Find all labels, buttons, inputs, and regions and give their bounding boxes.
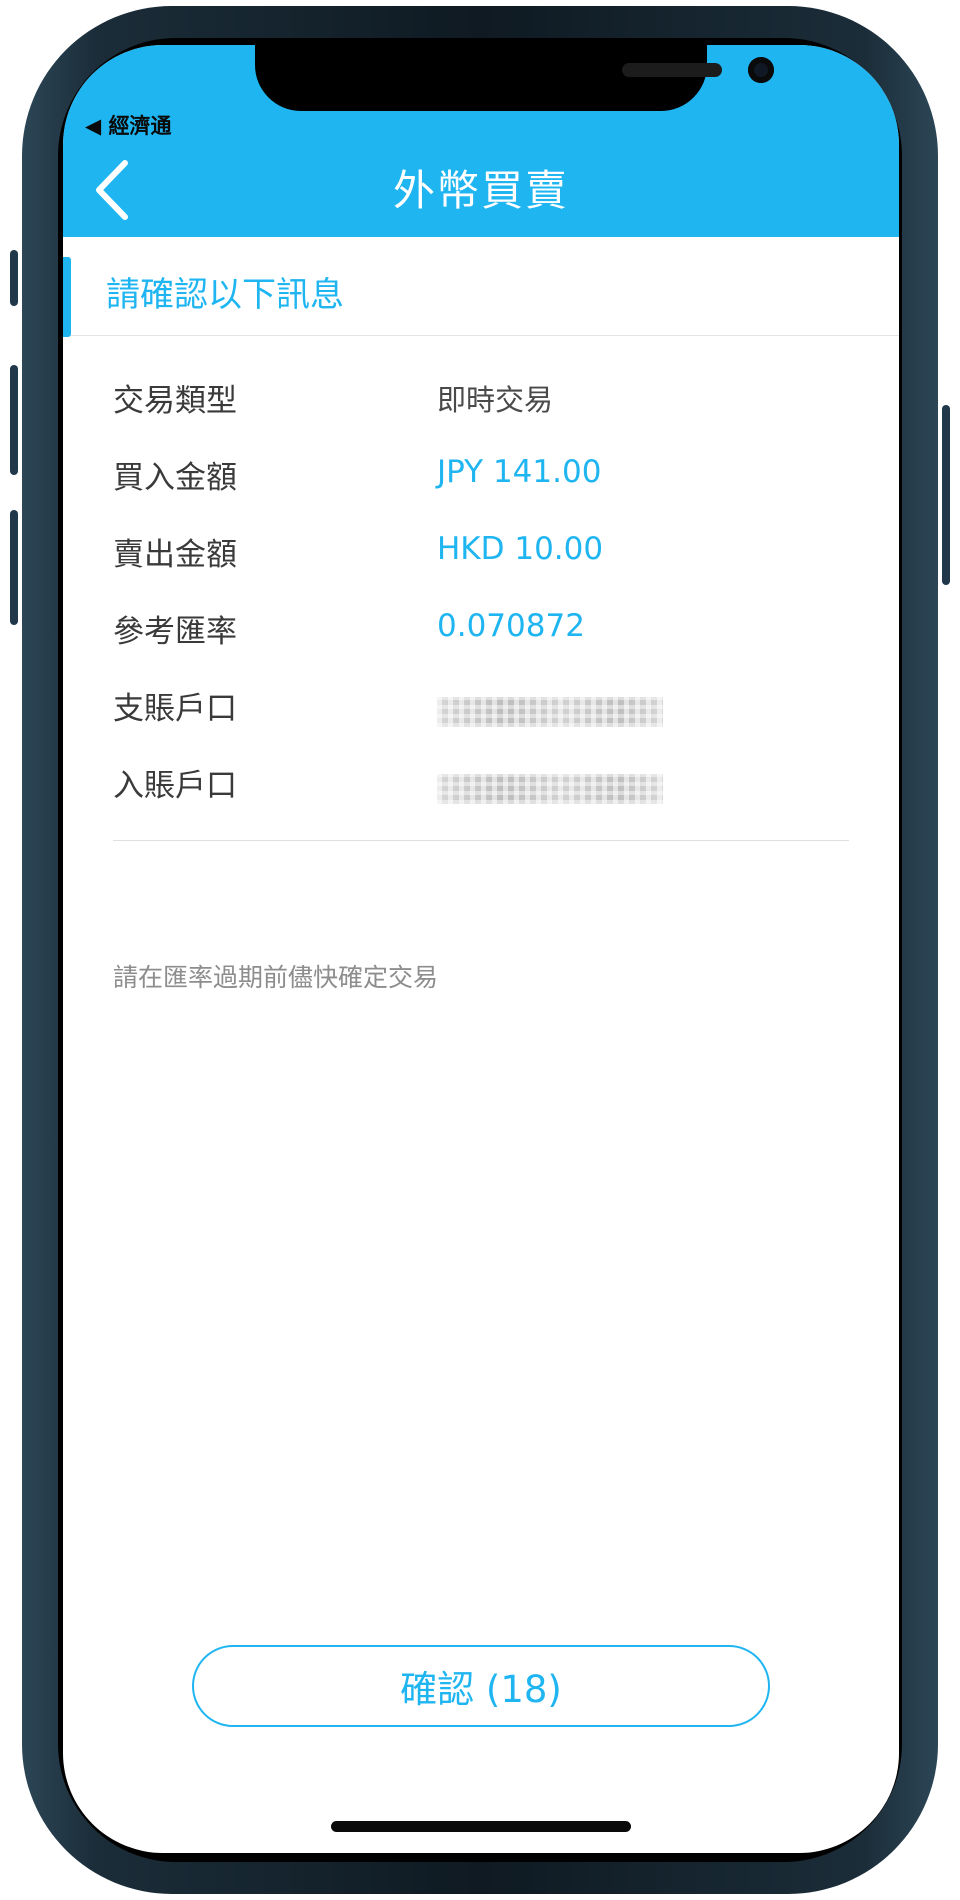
section-header: 請確認以下訊息 <box>63 237 899 337</box>
debit-account-value-redacted <box>437 697 663 727</box>
transaction-type-value: 即時交易 <box>437 383 554 417</box>
page-title: 外幣買賣 <box>392 166 569 215</box>
detail-row-transaction-type: 交易類型 即時交易 <box>113 375 849 452</box>
volume-up-button <box>10 365 18 475</box>
home-indicator[interactable] <box>331 1821 631 1832</box>
credit-account-value-redacted <box>437 774 663 804</box>
sell-amount-value: HKD 10.00 <box>437 531 604 567</box>
confirm-button[interactable]: 確認 (18) <box>192 1645 770 1727</box>
detail-row-credit-account: 入賬戶口 <box>113 760 849 837</box>
section-title: 請確認以下訊息 <box>106 275 344 315</box>
buy-amount-value: JPY 141.00 <box>437 454 602 490</box>
camera-notch <box>255 45 774 111</box>
debit-account-label: 支賬戶口 <box>113 691 237 727</box>
credit-account-label: 入賬戶口 <box>113 768 237 804</box>
buy-amount-label: 買入金額 <box>113 460 237 496</box>
section-accent-bar <box>63 257 71 337</box>
reference-rate-value: 0.070872 <box>437 608 585 644</box>
sell-amount-label: 賣出金額 <box>113 537 237 573</box>
detail-row-reference-rate: 參考匯率 0.070872 <box>113 606 849 683</box>
volume-down-button <box>10 510 18 625</box>
rate-expiry-notice: 請在匯率過期前儘快確定交易 <box>113 963 439 992</box>
detail-row-buy-amount: 買入金額 JPY 141.00 <box>113 452 849 529</box>
transaction-type-label: 交易類型 <box>113 383 237 419</box>
reference-rate-label: 參考匯率 <box>113 614 237 650</box>
details-divider <box>113 840 849 841</box>
mute-switch <box>10 250 18 306</box>
app-screen: ◀ 經濟通 外幣買賣 請確認以下訊息 交易類型 即時交易 買入金額 JPY 14… <box>63 45 899 1853</box>
detail-row-sell-amount: 賣出金額 HKD 10.00 <box>113 529 849 606</box>
detail-row-debit-account: 支賬戶口 <box>113 683 849 760</box>
front-camera <box>748 57 774 83</box>
status-back-link[interactable]: ◀ 經濟通 <box>85 110 171 140</box>
confirmation-details: 交易類型 即時交易 買入金額 JPY 141.00 賣出金額 HKD 10.00… <box>113 375 849 837</box>
power-button <box>942 405 950 585</box>
speaker-grille <box>622 63 722 77</box>
